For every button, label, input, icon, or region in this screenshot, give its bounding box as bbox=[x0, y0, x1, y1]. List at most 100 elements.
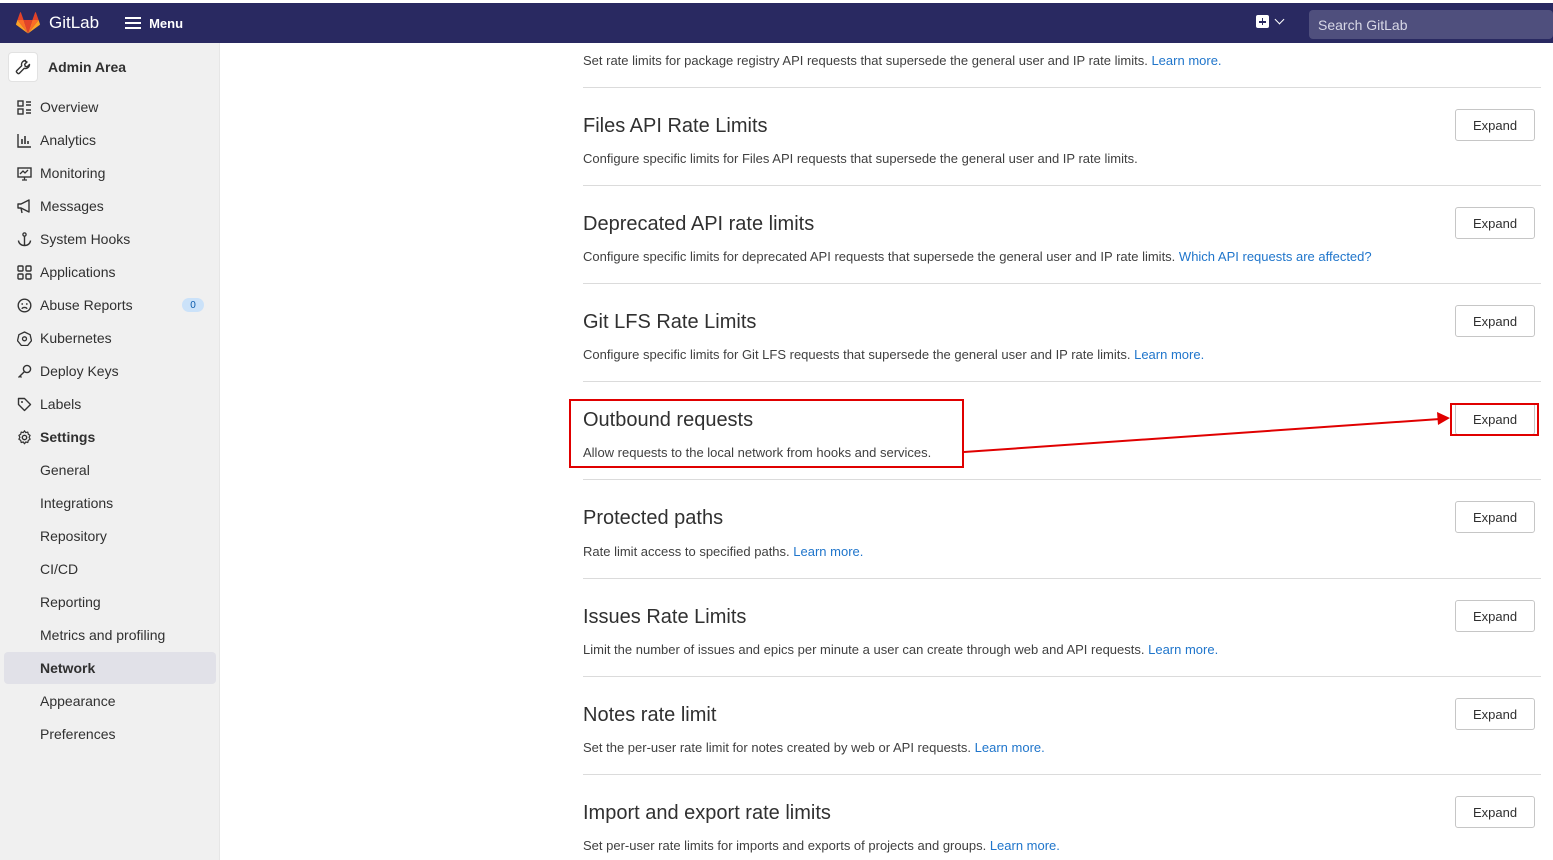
settings-section-deprecated-api: Deprecated API rate limits Configure spe… bbox=[583, 185, 1541, 283]
settings-section-issues-rate-limits: Issues Rate Limits Limit the number of i… bbox=[583, 578, 1541, 676]
expand-button[interactable]: Expand bbox=[1455, 698, 1535, 730]
sidebar-subitem-label: Preferences bbox=[40, 726, 116, 742]
sidebar-item-deploy-keys[interactable]: Deploy Keys bbox=[4, 355, 216, 387]
sidebar-item-messages[interactable]: Messages bbox=[4, 190, 216, 222]
section-title: Protected paths bbox=[583, 507, 724, 529]
abuse-icon bbox=[16, 297, 32, 313]
sidebar-subitem-preferences[interactable]: Preferences bbox=[4, 718, 216, 750]
megaphone-icon bbox=[16, 198, 32, 214]
brand-name: GitLab bbox=[49, 13, 100, 32]
learn-more-link[interactable]: Learn more. bbox=[975, 740, 1045, 755]
admin-area-header[interactable]: Admin Area bbox=[8, 52, 126, 82]
sidebar-item-settings[interactable]: Settings bbox=[4, 421, 216, 453]
sidebar-item-analytics[interactable]: Analytics bbox=[4, 124, 216, 156]
sidebar-subitem-general[interactable]: General bbox=[4, 454, 216, 486]
sidebar-item-labels[interactable]: Labels bbox=[4, 388, 216, 420]
sidebar-item-label: Settings bbox=[40, 429, 96, 445]
sidebar-item-label: Messages bbox=[40, 198, 104, 214]
section-title: Deprecated API rate limits bbox=[583, 213, 815, 235]
description-text: Configure specific limits for Files API … bbox=[583, 151, 1138, 166]
section-title: Git LFS Rate Limits bbox=[583, 311, 757, 333]
expand-button[interactable]: Expand bbox=[1455, 207, 1535, 239]
description-text: Set rate limits for package registry API… bbox=[583, 53, 1148, 68]
sidebar-item-monitoring[interactable]: Monitoring bbox=[4, 157, 216, 189]
learn-more-link[interactable]: Learn more. bbox=[1151, 53, 1221, 68]
annotation-highlight-outbound-section bbox=[569, 399, 964, 468]
section-title: Issues Rate Limits bbox=[583, 606, 747, 628]
section-title: Notes rate limit bbox=[583, 704, 717, 726]
sidebar-subitem-label: Metrics and profiling bbox=[40, 627, 166, 643]
label-icon bbox=[16, 396, 32, 412]
sidebar-item-label: Kubernetes bbox=[40, 330, 112, 346]
sidebar-subitem-cicd[interactable]: CI/CD bbox=[4, 553, 216, 585]
expand-button[interactable]: Expand bbox=[1455, 796, 1535, 828]
expand-button[interactable]: Expand bbox=[1455, 501, 1535, 533]
section-description: Configure specific limits for deprecated… bbox=[583, 249, 1372, 264]
top-navbar: GitLab Menu Search GitLab bbox=[0, 3, 1553, 43]
sidebar-subitem-network[interactable]: Network bbox=[4, 652, 216, 684]
sidebar-subitem-metrics-and-profiling[interactable]: Metrics and profiling bbox=[4, 619, 216, 651]
wrench-icon bbox=[8, 52, 38, 82]
sidebar-item-applications[interactable]: Applications bbox=[4, 256, 216, 288]
chevron-down-icon bbox=[1274, 14, 1285, 25]
settings-section-protected-paths: Protected paths Rate limit access to spe… bbox=[583, 479, 1541, 577]
monitoring-icon bbox=[16, 165, 32, 181]
analytics-icon bbox=[16, 132, 32, 148]
settings-section-import-export-rate-limits: Import and export rate limits Set per-us… bbox=[583, 774, 1541, 860]
overview-icon bbox=[16, 99, 32, 115]
expand-button[interactable]: Expand bbox=[1455, 305, 1535, 337]
which-api-requests-link[interactable]: Which API requests are affected? bbox=[1179, 249, 1372, 264]
section-description: Rate limit access to specified paths. Le… bbox=[583, 544, 863, 559]
search-input[interactable]: Search GitLab bbox=[1309, 10, 1553, 39]
section-description: Limit the number of issues and epics per… bbox=[583, 642, 1218, 657]
menu-button[interactable]: Menu bbox=[125, 16, 183, 31]
sidebar-subitem-reporting[interactable]: Reporting bbox=[4, 586, 216, 618]
sidebar-item-system-hooks[interactable]: System Hooks bbox=[4, 223, 216, 255]
settings-section-files-api: Files API Rate Limits Configure specific… bbox=[583, 87, 1541, 185]
kubernetes-icon bbox=[16, 330, 32, 346]
plus-square-icon bbox=[1256, 15, 1269, 28]
description-text: Configure specific limits for deprecated… bbox=[583, 249, 1176, 264]
sidebar-subitem-label: Reporting bbox=[40, 594, 101, 610]
key-icon bbox=[16, 363, 32, 379]
section-description: Set per-user rate limits for imports and… bbox=[583, 838, 1060, 853]
section-description: Set the per-user rate limit for notes cr… bbox=[583, 740, 1045, 755]
sidebar-item-label: System Hooks bbox=[40, 231, 131, 247]
anchor-icon bbox=[16, 231, 32, 247]
settings-section-git-lfs: Git LFS Rate Limits Configure specific l… bbox=[583, 283, 1541, 381]
section-description: Configure specific limits for Files API … bbox=[583, 151, 1138, 166]
admin-sidebar: Admin Area Overview Analytics Monitoring… bbox=[0, 43, 220, 860]
learn-more-link[interactable]: Learn more. bbox=[1134, 347, 1204, 362]
sidebar-subitem-label: Appearance bbox=[40, 693, 116, 709]
new-dropdown-button[interactable] bbox=[1256, 14, 1285, 28]
annotation-highlight-expand-button bbox=[1450, 403, 1539, 436]
sidebar-item-kubernetes[interactable]: Kubernetes bbox=[4, 322, 216, 354]
sidebar-item-label: Monitoring bbox=[40, 165, 106, 181]
sidebar-subitem-repository[interactable]: Repository bbox=[4, 520, 216, 552]
menu-label: Menu bbox=[149, 15, 184, 31]
learn-more-link[interactable]: Learn more. bbox=[793, 544, 863, 559]
sidebar-item-label: Abuse Reports bbox=[40, 297, 133, 313]
sidebar-subitem-appearance[interactable]: Appearance bbox=[4, 685, 216, 717]
sidebar-subitem-integrations[interactable]: Integrations bbox=[4, 487, 216, 519]
description-text: Set per-user rate limits for imports and… bbox=[583, 838, 987, 853]
expand-button[interactable]: Expand bbox=[1455, 109, 1535, 141]
search-placeholder: Search GitLab bbox=[1318, 16, 1408, 33]
sidebar-item-overview[interactable]: Overview bbox=[4, 91, 216, 123]
expand-button[interactable]: Expand bbox=[1455, 600, 1535, 632]
gear-icon bbox=[16, 429, 32, 445]
description-text: Rate limit access to specified paths. bbox=[583, 544, 790, 559]
learn-more-link[interactable]: Learn more. bbox=[990, 838, 1060, 853]
gitlab-tanuki-icon bbox=[16, 12, 40, 34]
gitlab-logo[interactable]: GitLab bbox=[16, 3, 99, 43]
section-title: Files API Rate Limits bbox=[583, 115, 768, 137]
sidebar-item-abuse-reports[interactable]: Abuse Reports 0 bbox=[4, 289, 216, 321]
settings-section-notes-rate-limit: Notes rate limit Set the per-user rate l… bbox=[583, 676, 1541, 774]
description-text: Limit the number of issues and epics per… bbox=[583, 642, 1145, 657]
package-registry-description: Set rate limits for package registry API… bbox=[583, 53, 1222, 68]
applications-icon bbox=[16, 264, 32, 280]
hamburger-icon bbox=[125, 17, 142, 29]
admin-area-label: Admin Area bbox=[48, 59, 127, 75]
sidebar-subitem-label: Integrations bbox=[40, 495, 114, 511]
learn-more-link[interactable]: Learn more. bbox=[1148, 642, 1218, 657]
